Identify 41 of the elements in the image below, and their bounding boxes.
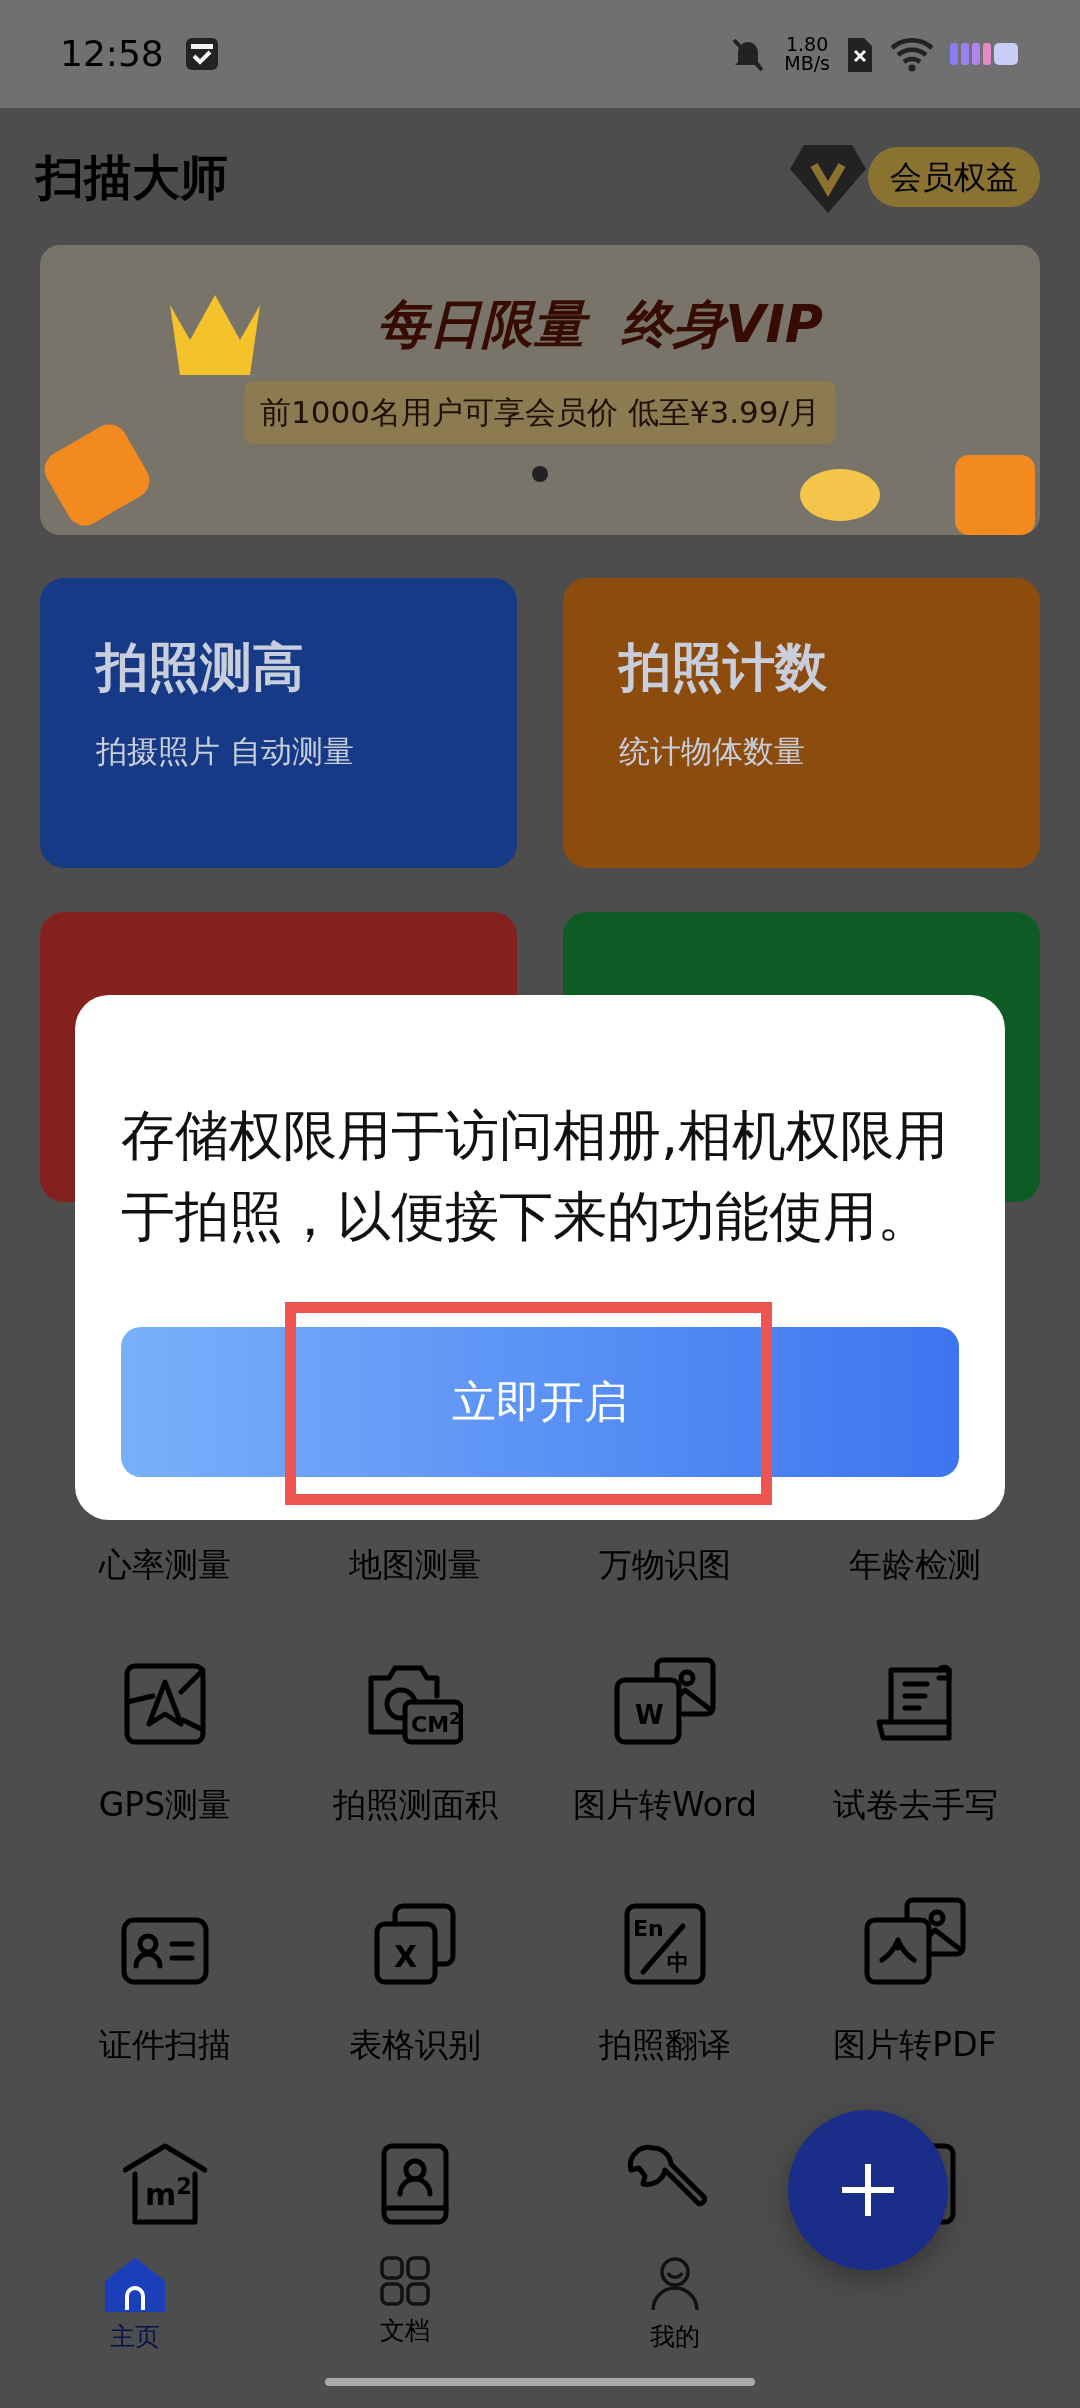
tool-label[interactable]: 万物识图 [599,1540,731,1590]
tool-label[interactable]: 拍照测面积 [332,1780,498,1830]
banner-subline: 前1000名用户可享会员价 低至¥3.99/月 [244,381,836,444]
tool-label[interactable]: 试卷去手写 [832,1780,998,1830]
tool-label[interactable]: 图片转Word [573,1780,757,1830]
banner-headline: 每日限量 终身VIP [377,293,823,356]
card-title: 拍照计数 [619,636,828,699]
home-icon [103,2256,167,2312]
tool-label[interactable]: 地图测量 [349,1540,481,1590]
tool-label[interactable]: GPS测量 [98,1780,232,1830]
nav-tab[interactable]: 文档 [270,2256,540,2408]
grid-icon [380,2256,430,2306]
translate-icon: En 中 [623,1902,707,1986]
profile-icon [650,2256,700,2312]
net-speed-value: 1.80 [784,35,830,54]
tool-label[interactable]: 证件扫描 [99,2020,231,2070]
vip-button[interactable]: 会员权益 [868,146,1040,207]
app-title: 扫描大师 [36,147,228,207]
tool-label[interactable]: 拍照翻译 [599,2020,731,2070]
contact-book-icon [380,2142,450,2226]
tool-label[interactable]: 心率测量 [99,1540,231,1590]
feature-card[interactable]: 拍照计数 统计物体数量 [563,578,1040,868]
page-dot[interactable] [532,465,548,482]
banner-card[interactable]: 每日限量 终身VIP 前1000名用户可享会员价 低至¥3.99/月 [40,245,1040,535]
tool-label[interactable]: 年龄检测 [849,1540,981,1590]
enable-button[interactable]: 立即开启 [121,1327,959,1477]
net-speed-unit: MB/s [784,54,830,73]
id-card-icon [120,1916,210,1986]
card-subtitle: 统计物体数量 [619,732,806,771]
card-title: 拍照测高 [96,636,305,699]
tool-label[interactable]: 图片转PDF [833,2020,997,2070]
card-subtitle: 拍摄照片 自动测量 [96,732,355,771]
pdf-image-icon [863,1896,967,1986]
tool-label[interactable]: 表格识别 [349,2020,481,2070]
status-time: 12:58 [60,32,164,76]
dialog-message: 存储权限用于访问相册,相机权限用于拍照，以便接下来的功能使用。 [121,1103,950,1250]
feature-card[interactable]: 拍照测高 拍摄照片 自动测量 [40,578,517,868]
nav-tab[interactable]: 主页 [0,2256,270,2408]
wifi-icon [890,36,934,72]
nav-tab[interactable]: 我的 [540,2256,810,2408]
map-navigation-icon [123,1662,207,1746]
